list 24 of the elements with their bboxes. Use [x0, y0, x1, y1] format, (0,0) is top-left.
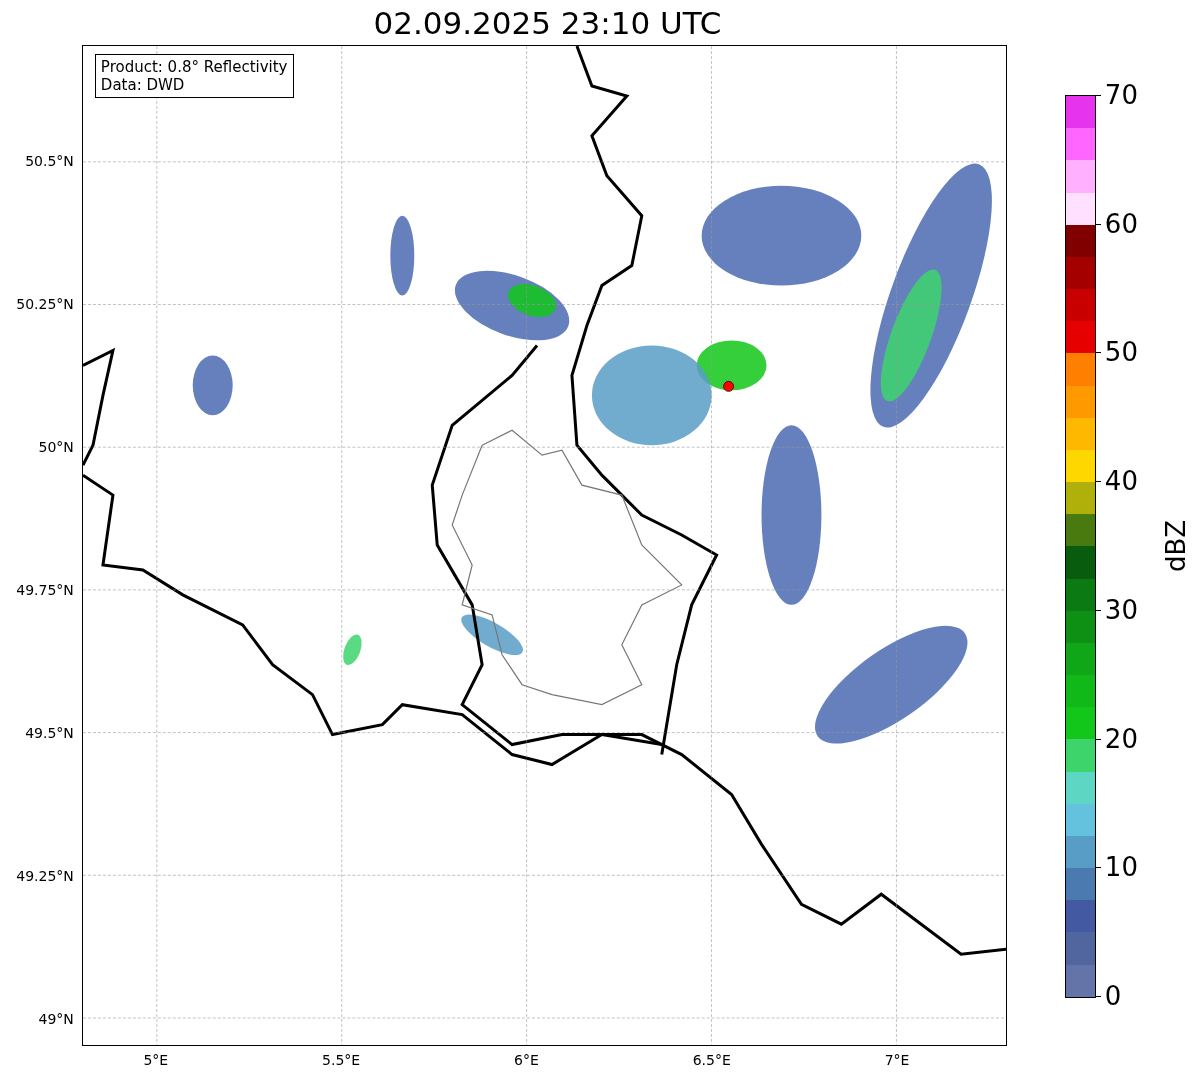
colorbar-tick-label: 40: [1104, 466, 1138, 497]
legend-text: Data: DWD: [100, 76, 186, 94]
axis-tick-label: 50.5°N: [25, 153, 74, 169]
axis-tick-label: 5°E: [143, 1052, 169, 1068]
colorbar-tick-label: 70: [1104, 80, 1138, 110]
colorbar-tick-label: 0: [1104, 981, 1122, 1011]
axis-tick-label: 50.25°N: [16, 296, 74, 312]
chart-title: 02.09.2025 23:10 UTC: [373, 3, 722, 43]
axis-tick-label: 49.25°N: [16, 868, 74, 884]
axis-tick-label: 6°E: [514, 1052, 539, 1068]
colorbar-tick-label: 50: [1104, 337, 1138, 368]
colorbar-tick-label: 10: [1104, 852, 1138, 883]
axis-tick-label: 49.75°N: [16, 582, 74, 598]
axis-tick-label: 6.5°E: [692, 1052, 731, 1068]
axis-tick-label: 5.5°E: [322, 1052, 361, 1068]
colorbar-tick-label: 30: [1104, 594, 1138, 625]
colorbar-label: dBZ: [1160, 519, 1191, 572]
axis-tick-label: 50°N: [38, 439, 74, 455]
axis-tick-label: 7°E: [884, 1052, 910, 1068]
legend-text: Product: 0.8° Reflectivity: [100, 58, 288, 76]
colorbar-tick-label: 20: [1104, 723, 1138, 754]
colorbar-tick-label: 60: [1104, 208, 1138, 239]
axis-tick-label: 49.5°N: [25, 725, 74, 741]
axis-tick-label: 49°N: [38, 1011, 74, 1027]
